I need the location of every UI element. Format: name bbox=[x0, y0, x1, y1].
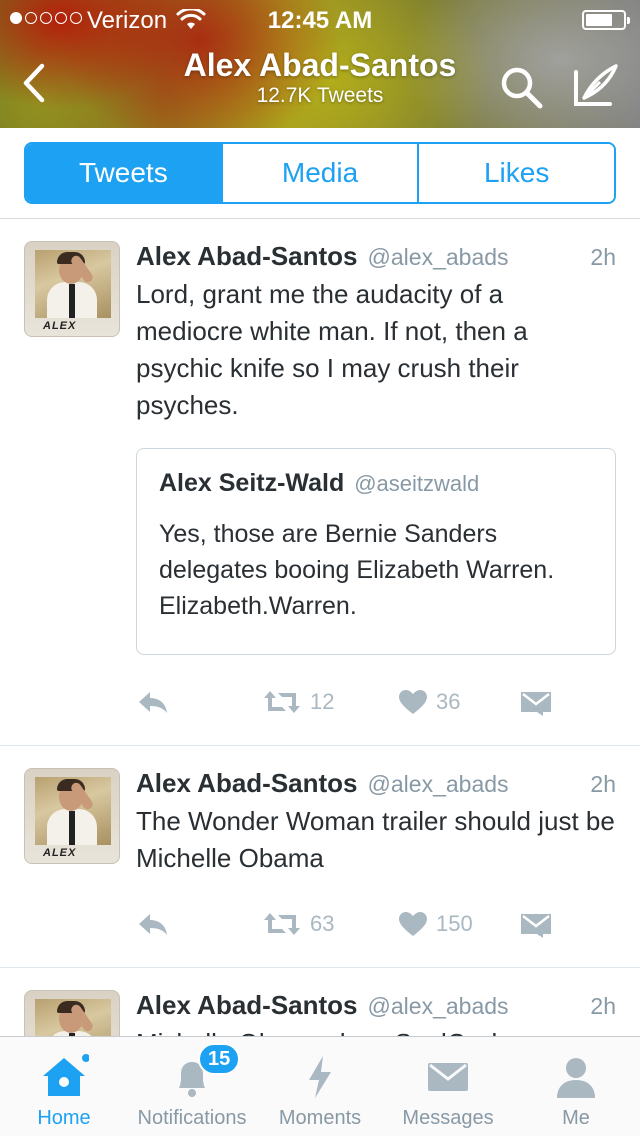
search-button[interactable] bbox=[496, 62, 546, 112]
tweet-text: The Wonder Woman trailer should just be … bbox=[136, 806, 615, 873]
reply-icon bbox=[139, 692, 167, 713]
retweet-button[interactable]: 12 bbox=[262, 689, 334, 715]
tab-notifications-label: Notifications bbox=[137, 1107, 247, 1129]
tweet-count: 12.7K Tweets bbox=[256, 84, 384, 107]
tweet[interactable]: ALEX Alex Abad-Santos @alex_abads 2h Mic… bbox=[0, 968, 640, 1036]
avatar[interactable]: ALEX bbox=[24, 768, 120, 864]
profile-title: Alex Abad-Santos 12.7K Tweets bbox=[140, 46, 500, 108]
tab-moments[interactable]: Moments bbox=[256, 1037, 384, 1136]
lightning-icon bbox=[309, 1056, 331, 1098]
avatar-caption: ALEX bbox=[43, 847, 77, 859]
tab-home-label: Home bbox=[37, 1107, 91, 1129]
tab-me-label: Me bbox=[562, 1107, 590, 1129]
quote-handle: @aseitzwald bbox=[354, 471, 480, 496]
tweet-time: 2h bbox=[590, 244, 616, 270]
person-icon bbox=[557, 1058, 595, 1098]
tweet-handle: @alex_abads bbox=[367, 244, 509, 270]
tweet-handle: @alex_abads bbox=[367, 993, 509, 1019]
quoted-tweet[interactable]: Alex Seitz-Wald @aseitzwald Yes, those a… bbox=[136, 448, 616, 655]
tab-moments-label: Moments bbox=[278, 1107, 362, 1129]
avatar[interactable]: ALEX bbox=[24, 241, 120, 337]
timeline[interactable]: ALEX Alex Abad-Santos @alex_abads 2h Lor… bbox=[0, 219, 640, 1036]
profile-name: Alex Abad-Santos bbox=[183, 47, 457, 83]
compose-button[interactable] bbox=[570, 60, 622, 110]
tweet-actions: 63 150 bbox=[136, 897, 616, 967]
tab-likes[interactable]: Likes bbox=[417, 144, 614, 202]
home-icon bbox=[43, 1054, 89, 1096]
profile-tabs: Tweets Media Likes bbox=[24, 142, 616, 204]
tweet[interactable]: ALEX Alex Abad-Santos @alex_abads 2h Lor… bbox=[0, 219, 640, 746]
tweet-handle: @alex_abads bbox=[367, 771, 509, 797]
back-chevron-icon bbox=[23, 63, 45, 103]
search-icon bbox=[501, 67, 543, 109]
tweet-author[interactable]: Alex Abad-Santos bbox=[136, 768, 358, 799]
compose-icon bbox=[574, 64, 618, 106]
status-clock: 12:45 AM bbox=[267, 7, 373, 34]
tab-media[interactable]: Media bbox=[220, 144, 418, 202]
like-count: 36 bbox=[436, 689, 461, 714]
envelope-icon bbox=[428, 1063, 468, 1091]
tweet-text: Lord, grant me the audacity of a mediocr… bbox=[136, 279, 528, 420]
retweet-button[interactable]: 63 bbox=[262, 911, 334, 937]
retweet-count: 63 bbox=[310, 911, 335, 936]
tab-home[interactable]: Home bbox=[0, 1037, 128, 1136]
back-button[interactable] bbox=[14, 60, 54, 106]
tab-messages[interactable]: Messages bbox=[384, 1037, 512, 1136]
bottom-tab-bar: Home 15 Notifications Moments Messages M… bbox=[0, 1036, 640, 1136]
like-count: 150 bbox=[436, 911, 473, 936]
retweet-icon bbox=[264, 691, 300, 713]
avatar[interactable]: ALEX bbox=[24, 990, 120, 1036]
like-button[interactable]: 150 bbox=[398, 911, 473, 937]
tab-me[interactable]: Me bbox=[512, 1037, 640, 1136]
reply-button[interactable] bbox=[136, 689, 170, 715]
tweet-author[interactable]: Alex Abad-Santos bbox=[136, 990, 358, 1021]
tab-messages-label: Messages bbox=[402, 1107, 494, 1129]
reply-button[interactable] bbox=[136, 911, 170, 937]
retweet-count: 12 bbox=[310, 689, 335, 714]
avatar-caption: ALEX bbox=[43, 320, 77, 332]
direct-message-button[interactable] bbox=[520, 689, 552, 717]
tweet-time: 2h bbox=[590, 771, 616, 797]
tweet-time: 2h bbox=[590, 993, 616, 1019]
reply-icon bbox=[139, 914, 167, 935]
tweet-author[interactable]: Alex Abad-Santos bbox=[136, 241, 358, 272]
heart-icon bbox=[399, 690, 427, 714]
direct-message-icon bbox=[521, 914, 551, 938]
battery-icon bbox=[582, 10, 630, 30]
direct-message-button[interactable] bbox=[520, 911, 552, 939]
status-bar: Verizon 12:45 AM bbox=[0, 0, 640, 40]
quote-author: Alex Seitz-Wald bbox=[159, 469, 345, 497]
like-button[interactable]: 36 bbox=[398, 689, 460, 715]
heart-icon bbox=[399, 912, 427, 936]
tweet-text: Michelle Obama does SoulCycle. bbox=[136, 1025, 616, 1036]
direct-message-icon bbox=[521, 692, 551, 716]
retweet-icon bbox=[264, 913, 300, 935]
tweet-actions: 12 36 bbox=[136, 675, 616, 745]
profile-header: Verizon 12:45 AM Alex Abad-Santos 12.7K … bbox=[0, 0, 640, 128]
notifications-badge: 15 bbox=[198, 1043, 241, 1075]
quote-text: Yes, those are Bernie Sanders delegates … bbox=[159, 520, 555, 620]
tab-tweets[interactable]: Tweets bbox=[26, 144, 221, 202]
tweet[interactable]: ALEX Alex Abad-Santos @alex_abads 2h The… bbox=[0, 746, 640, 968]
tab-notifications[interactable]: 15 Notifications bbox=[128, 1037, 256, 1136]
